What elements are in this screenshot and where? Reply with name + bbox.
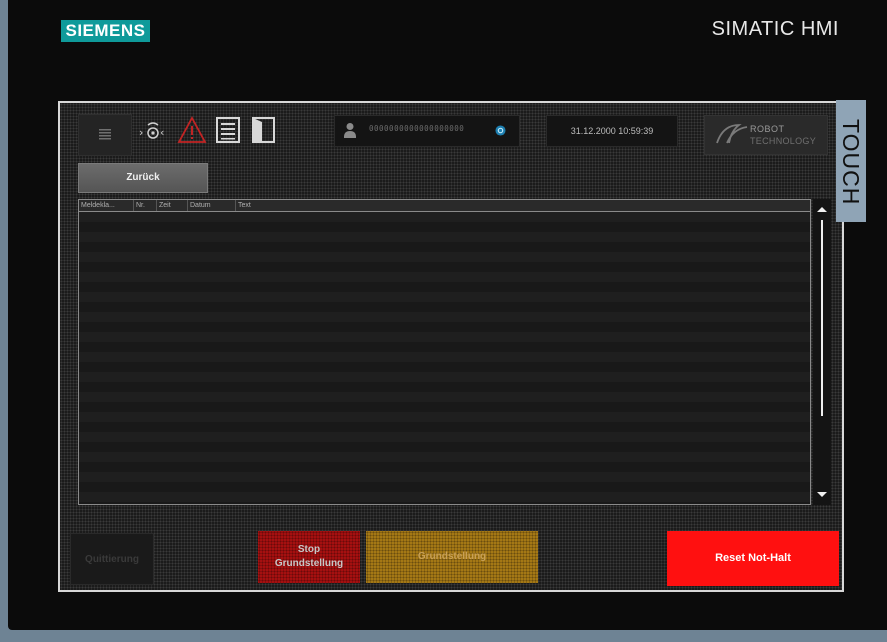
top-bar: › ‹ 0000000000000000000 31.12.2000 10:59… [60,103,842,161]
alarm-table[interactable]: Meldekla... Nr. Zeit Datum Text [78,199,811,505]
siemens-logo: SIEMENS [61,20,150,42]
user-field[interactable]: 0000000000000000000 [334,115,520,147]
table-body[interactable] [79,212,810,504]
menu-icon [99,129,111,140]
column-header-zeit[interactable]: Zeit [157,200,188,211]
user-field-value: 0000000000000000000 [369,124,465,133]
operator-face-icon[interactable]: › ‹ [138,115,168,145]
warning-triangle-icon[interactable] [177,115,207,145]
column-header-nr[interactable]: Nr. [134,200,157,211]
table-header: Meldekla... Nr. Zeit Datum Text [79,200,810,212]
message-list-icon[interactable] [215,115,241,145]
device-bezel: SIEMENS SIMATIC HMI › ‹ 0000000000000000… [8,0,887,630]
column-header-datum[interactable]: Datum [188,200,236,211]
table-scrollbar[interactable] [813,199,831,505]
reset-not-halt-button[interactable]: Reset Not-Halt [667,531,839,586]
user-icon [344,123,356,138]
scroll-up-icon[interactable] [817,207,827,212]
column-header-meldeklasse[interactable]: Meldekla... [79,200,134,211]
stop-label: Stop [297,544,321,555]
column-header-text[interactable]: Text [236,200,810,211]
logo-text-robot: ROBOT [750,124,785,134]
door-icon[interactable] [251,115,277,145]
hmi-device: SIEMENS SIMATIC HMI › ‹ 0000000000000000… [0,0,887,642]
scroll-thumb[interactable] [821,220,823,416]
stop-grundstellung-label: Grundstellung [274,558,344,569]
quittierung-button[interactable]: Quittierung [70,533,154,585]
scroll-down-icon[interactable] [817,492,827,497]
bottom-bar: Quittierung Stop Grundstellung Grundstel… [60,523,842,590]
stop-grundstellung-button[interactable]: Stop Grundstellung [258,531,360,583]
svg-text:›: › [139,126,143,139]
back-button[interactable]: Zurück [78,163,208,193]
grundstellung-button[interactable]: Grundstellung [366,531,538,583]
svg-text:‹: ‹ [160,126,164,139]
refresh-icon[interactable] [495,125,506,136]
touch-label: TOUCH [838,118,864,206]
hmi-screen: › ‹ 0000000000000000000 31.12.2000 10:59… [58,101,844,592]
robot-technology-logo: ROBOT TECHNOLOGY [704,115,828,155]
logo-text-technology: TECHNOLOGY [750,136,817,146]
date-time-display: 31.12.2000 10:59:39 [546,115,678,147]
device-model-label: SIMATIC HMI [711,18,839,40]
menu-button[interactable] [78,114,132,156]
robot-logo-mark-icon [716,124,748,144]
